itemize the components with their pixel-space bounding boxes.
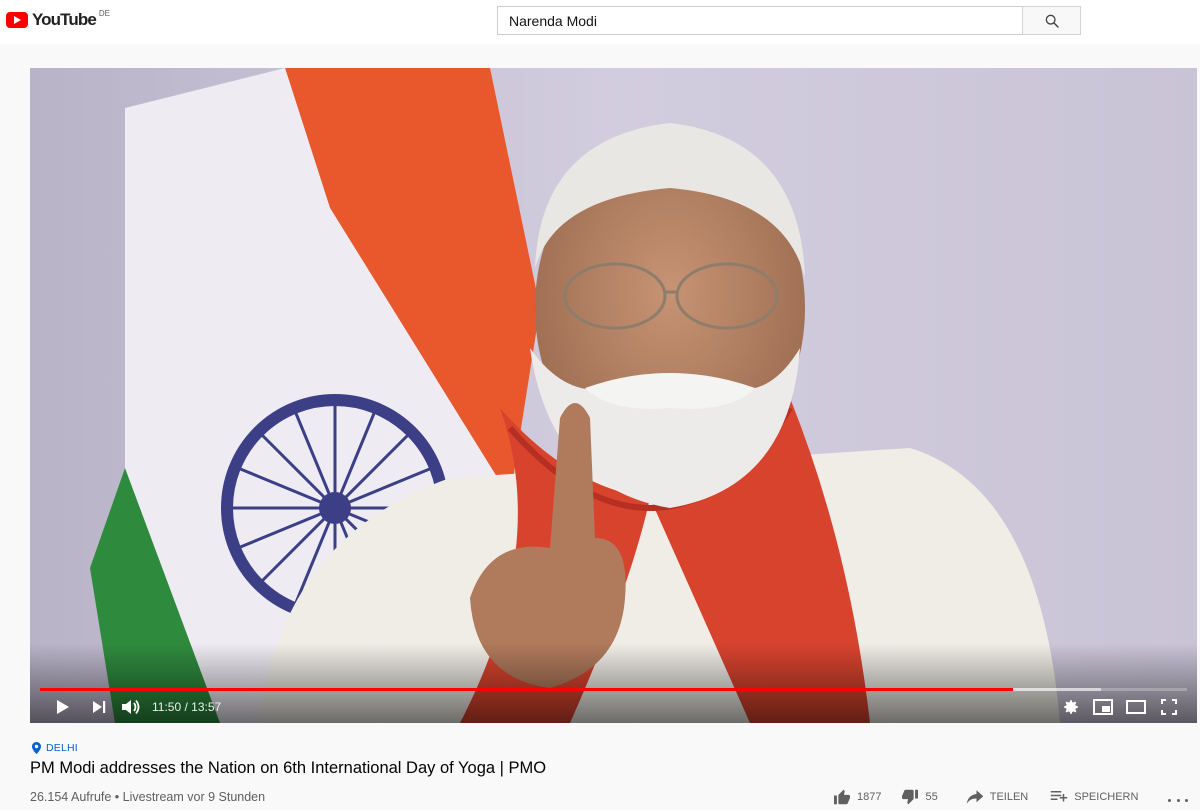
play-icon <box>57 700 69 714</box>
progress-played <box>40 688 1013 691</box>
search-input[interactable] <box>497 6 1022 35</box>
share-button[interactable]: TEILEN <box>966 790 1029 804</box>
video-frame <box>30 68 1197 723</box>
share-label: TEILEN <box>989 791 1029 803</box>
location-pin-icon <box>32 742 41 754</box>
logo-text: YouTube <box>32 10 97 29</box>
youtube-logo[interactable]: YouTube DE <box>6 8 111 30</box>
thumbs-down-icon <box>902 789 919 805</box>
video-title: PM Modi addresses the Nation on 6th Inte… <box>30 759 547 777</box>
location-link[interactable]: DELHI <box>32 742 78 754</box>
volume-icon <box>122 699 140 715</box>
country-code: DE <box>98 8 111 18</box>
fullscreen-icon <box>1161 699 1177 715</box>
progress-bar[interactable] <box>40 688 1187 691</box>
miniplayer-button[interactable] <box>1091 696 1115 718</box>
masthead: YouTube DE <box>0 0 1200 44</box>
gear-icon <box>1064 700 1078 714</box>
theater-mode-button[interactable] <box>1124 696 1148 718</box>
dislike-button[interactable]: 55 <box>901 789 938 805</box>
location-label: DELHI <box>46 742 78 754</box>
more-dots-icon <box>1168 798 1171 802</box>
time-display: 11:50 / 13:57 <box>152 700 222 714</box>
search-box <box>497 6 1081 35</box>
playlist-add-icon <box>1051 791 1068 802</box>
more-actions-button[interactable] <box>1168 796 1188 804</box>
save-label: SPEICHERN <box>1074 791 1139 803</box>
search-icon <box>1045 14 1059 28</box>
like-button[interactable]: 1877 <box>833 789 881 805</box>
search-button[interactable] <box>1022 6 1081 35</box>
video-actions: 1877 55 TEILEN SPEICHERN <box>833 789 1138 805</box>
video-meta: 26.154 Aufrufe • Livestream vor 9 Stunde… <box>30 790 266 804</box>
like-count: 1877 <box>857 791 882 803</box>
fullscreen-button[interactable] <box>1157 696 1181 718</box>
next-button[interactable] <box>87 696 111 718</box>
save-button[interactable]: SPEICHERN <box>1050 790 1138 804</box>
miniplayer-icon <box>1093 699 1113 715</box>
share-icon <box>966 790 983 804</box>
settings-button[interactable] <box>1059 696 1083 718</box>
volume-button[interactable] <box>119 696 143 718</box>
youtube-logo-icon <box>6 12 28 28</box>
dislike-count: 55 <box>925 791 938 803</box>
theater-mode-icon <box>1126 700 1146 714</box>
video-player[interactable]: 11:50 / 13:57 <box>30 68 1197 723</box>
thumbs-up-icon <box>834 789 850 805</box>
skip-next-icon <box>93 701 106 713</box>
play-button[interactable] <box>50 696 74 718</box>
